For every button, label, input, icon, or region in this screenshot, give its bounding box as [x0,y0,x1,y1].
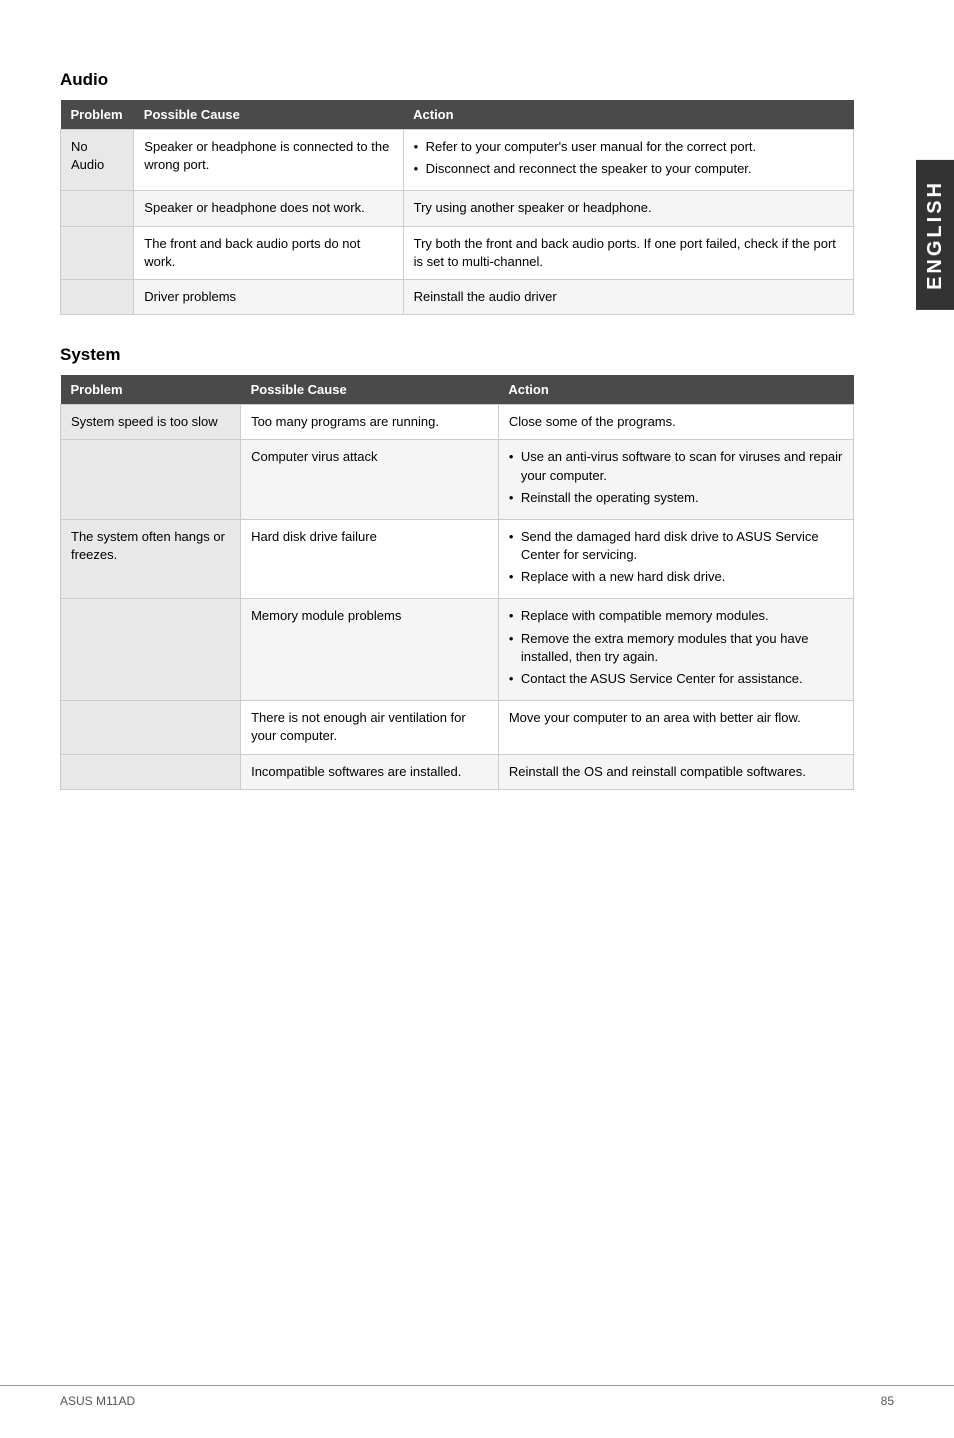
cause-cell: Speaker or headphone does not work. [134,191,403,226]
list-item: Disconnect and reconnect the speaker to … [414,160,843,178]
system-col-cause: Possible Cause [241,375,499,405]
action-cell: Use an anti-virus software to scan for v… [498,440,853,520]
action-cell: Move your computer to an area with bette… [498,701,853,754]
audio-col-problem: Problem [61,100,134,130]
problem-cell [61,191,134,226]
cause-cell: The front and back audio ports do not wo… [134,226,403,279]
page-footer: ASUS M11AD 85 [0,1385,954,1408]
table-row: There is not enough air ventilation for … [61,701,854,754]
system-col-action: Action [498,375,853,405]
action-cell: Try using another speaker or headphone. [403,191,853,226]
action-cell: Reinstall the audio driver [403,279,853,314]
table-row: Speaker or headphone does not work. Try … [61,191,854,226]
list-item: Replace with compatible memory modules. [509,607,843,625]
system-section: System Problem Possible Cause Action Sys… [60,345,854,790]
audio-section: Audio Problem Possible Cause Action No A… [60,70,854,315]
action-cell: Close some of the programs. [498,405,853,440]
list-item: Use an anti-virus software to scan for v… [509,448,843,484]
cause-cell: Incompatible softwares are installed. [241,754,499,789]
table-row: Computer virus attack Use an anti-virus … [61,440,854,520]
table-row: No Audio Speaker or headphone is connect… [61,130,854,191]
problem-cell [61,226,134,279]
action-cell: Try both the front and back audio ports.… [403,226,853,279]
problem-cell [61,701,241,754]
problem-cell [61,599,241,701]
system-title: System [60,345,854,365]
table-row: Incompatible softwares are installed. Re… [61,754,854,789]
cause-cell: Driver problems [134,279,403,314]
list-item: Refer to your computer's user manual for… [414,138,843,156]
table-row: Driver problems Reinstall the audio driv… [61,279,854,314]
system-col-problem: Problem [61,375,241,405]
footer-right: 85 [881,1394,894,1408]
problem-cell [61,440,241,520]
audio-col-cause: Possible Cause [134,100,403,130]
problem-cell [61,754,241,789]
list-item: Send the damaged hard disk drive to ASUS… [509,528,843,564]
problem-cell: System speed is too slow [61,405,241,440]
table-row: The system often hangs or freezes. Hard … [61,519,854,599]
page-content: Audio Problem Possible Cause Action No A… [0,0,914,900]
cause-cell: Hard disk drive failure [241,519,499,599]
problem-cell: No Audio [61,130,134,191]
cause-cell: Speaker or headphone is connected to the… [134,130,403,191]
problem-cell: The system often hangs or freezes. [61,519,241,599]
problem-cell [61,279,134,314]
list-item: Remove the extra memory modules that you… [509,630,843,666]
footer-left: ASUS M11AD [60,1394,135,1408]
table-row: Memory module problems Replace with comp… [61,599,854,701]
audio-title: Audio [60,70,854,90]
cause-cell: Computer virus attack [241,440,499,520]
audio-table: Problem Possible Cause Action No Audio S… [60,100,854,315]
english-side-tab: ENGLISH [916,160,954,310]
table-row: The front and back audio ports do not wo… [61,226,854,279]
system-table: Problem Possible Cause Action System spe… [60,375,854,790]
action-cell: Send the damaged hard disk drive to ASUS… [498,519,853,599]
cause-cell: Too many programs are running. [241,405,499,440]
list-item: Replace with a new hard disk drive. [509,568,843,586]
cause-cell: There is not enough air ventilation for … [241,701,499,754]
list-item: Contact the ASUS Service Center for assi… [509,670,843,688]
table-row: System speed is too slow Too many progra… [61,405,854,440]
action-cell: Refer to your computer's user manual for… [403,130,853,191]
action-cell: Reinstall the OS and reinstall compatibl… [498,754,853,789]
cause-cell: Memory module problems [241,599,499,701]
list-item: Reinstall the operating system. [509,489,843,507]
action-cell: Replace with compatible memory modules. … [498,599,853,701]
audio-col-action: Action [403,100,853,130]
